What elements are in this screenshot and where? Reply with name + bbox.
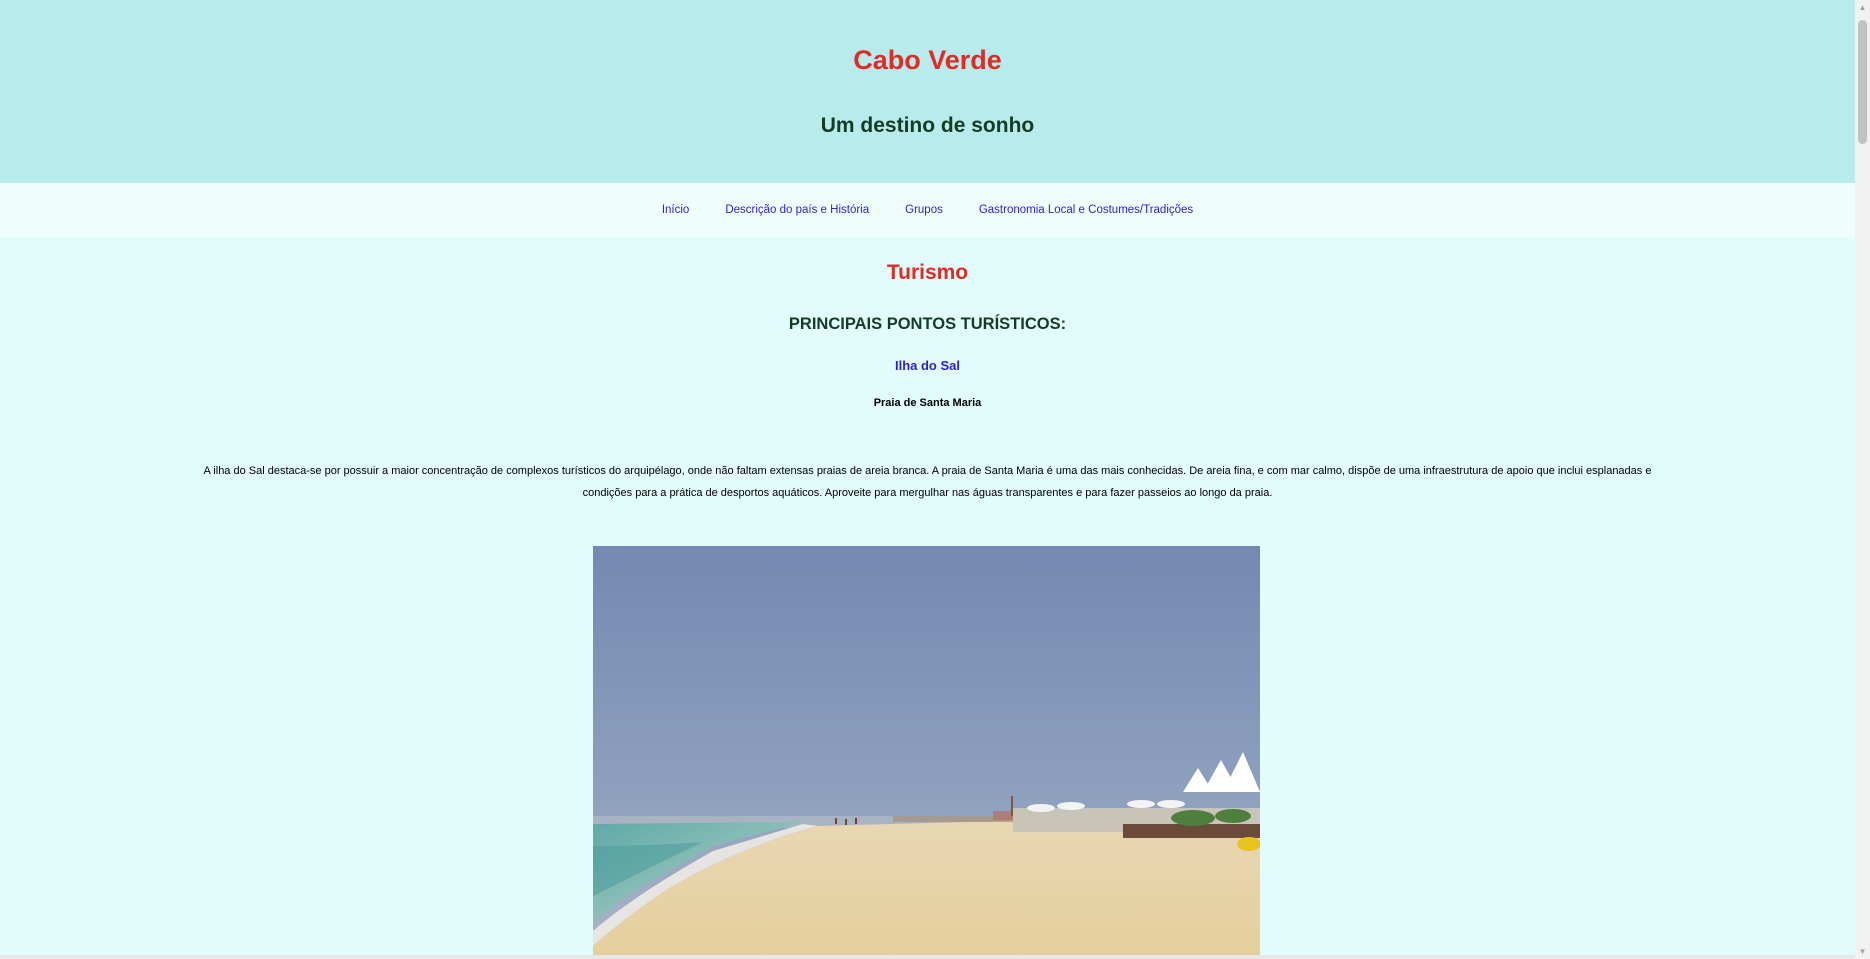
island-link-ilha-do-sal[interactable]: Ilha do Sal: [895, 358, 960, 373]
page-title: Turismo: [886, 261, 969, 284]
section-heading: PRINCIPAIS PONTOS TURÍSTICOS:: [788, 315, 1067, 333]
scroll-up-arrow-icon[interactable]: ▲: [1855, 0, 1870, 15]
island-link-container: Ilha do Sal: [0, 357, 1855, 374]
site-header: Cabo Verde Um destino de sonho: [0, 0, 1855, 183]
beach-photo: [593, 546, 1260, 959]
scroll-down-arrow-icon[interactable]: ▼: [1855, 944, 1870, 959]
vertical-scrollbar[interactable]: ▲ ▼: [1855, 0, 1870, 959]
horizontal-scroll-track: [0, 955, 1855, 959]
page: Cabo Verde Um destino de sonho Início De…: [0, 0, 1855, 959]
nav-link-grupos[interactable]: Grupos: [905, 204, 943, 216]
scroll-thumb[interactable]: [1858, 20, 1867, 144]
main-nav: Início Descrição do país e História Grup…: [0, 183, 1855, 237]
nav-link-gastronomia[interactable]: Gastronomia Local e Costumes/Tradições: [979, 204, 1193, 216]
nav-link-inicio[interactable]: Início: [662, 204, 690, 216]
site-title: Cabo Verde: [853, 45, 1002, 75]
description-paragraph: A ilha do Sal destaca-se por possuir a m…: [203, 465, 1652, 499]
beach-name: Praia de Santa Maria: [873, 397, 982, 409]
nav-link-descricao-historia[interactable]: Descrição do país e História: [725, 204, 869, 216]
site-subtitle: Um destino de sonho: [820, 114, 1035, 137]
